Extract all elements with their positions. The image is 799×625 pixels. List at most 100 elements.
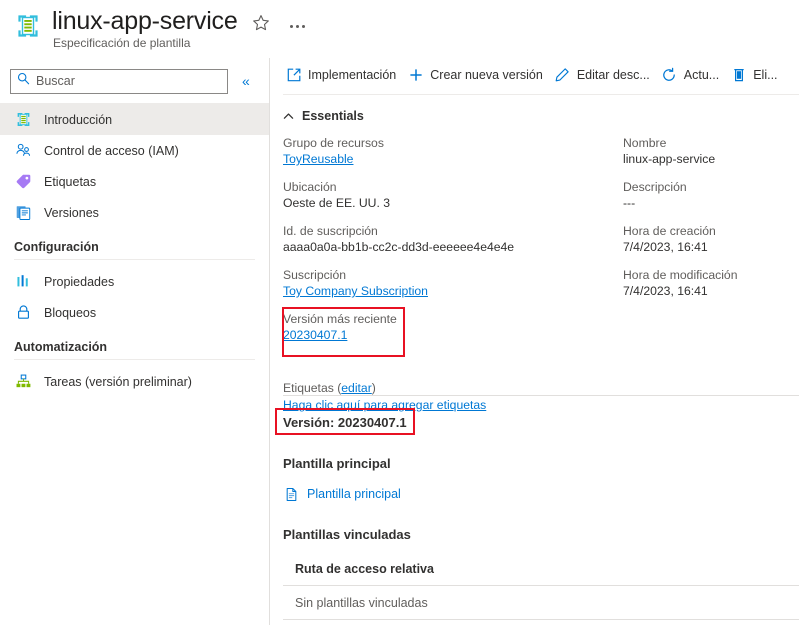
refresh-button[interactable]: Actu... <box>659 61 728 89</box>
main-template-link-label: Plantilla principal <box>307 487 401 501</box>
versions-icon <box>14 204 32 222</box>
pencil-icon <box>554 67 571 84</box>
field-label: Ubicación <box>283 180 337 194</box>
sidebar-item-introduccion[interactable]: Introducción <box>0 104 269 135</box>
delete-icon <box>730 67 747 84</box>
field-value: aaaa0a0a-bb1b-cc2c-dd3d-eeeeee4e4e4e <box>283 240 515 254</box>
field-label: Hora de creación <box>623 224 716 238</box>
sidebar-item-tareas[interactable]: Tareas (versión preliminar) <box>0 366 269 397</box>
edit-description-button[interactable]: Editar desc... <box>552 61 659 89</box>
field-label: Descripción <box>623 180 687 194</box>
field-label: Nombre <box>623 136 667 150</box>
linked-templates-row-divider <box>283 619 799 620</box>
main-content: Implementación Crear nueva versión Edita… <box>271 58 799 625</box>
field-value: 7/4/2023, 16:41 <box>623 284 708 298</box>
version-heading: Versión: 20230407.1 <box>283 415 407 430</box>
sidebar-item-control-de-acceso[interactable]: Control de acceso (IAM) <box>0 135 269 166</box>
refresh-icon <box>661 67 678 84</box>
field-value: 7/4/2023, 16:41 <box>623 240 708 254</box>
essentials-right-column: Nombre linux-app-service Descripción ---… <box>623 135 798 311</box>
sidebar-group-divider <box>14 259 255 260</box>
sidebar-item-versiones[interactable]: Versiones <box>0 197 269 228</box>
field-version-mas-reciente: Versión más reciente 20230407.1 <box>283 311 613 344</box>
sidebar-group-title: Automatización <box>14 340 108 354</box>
lock-icon <box>14 304 32 322</box>
sidebar-item-etiquetas[interactable]: Etiquetas <box>0 166 269 197</box>
sidebar-item-label: Tareas (versión preliminar) <box>44 374 192 389</box>
edit-tags-link[interactable]: editar <box>341 381 372 395</box>
field-descripcion: Descripción --- <box>623 179 798 212</box>
collapse-sidebar-button[interactable]: « <box>242 74 250 88</box>
linked-templates-header-divider <box>283 585 799 586</box>
sidebar-group-title: Configuración <box>14 240 99 254</box>
field-suscripcion: Suscripción Toy Company Subscription <box>283 267 613 300</box>
file-icon <box>283 486 299 502</box>
field-label: Suscripción <box>283 268 346 282</box>
main-template-link[interactable]: Plantilla principal <box>283 486 401 502</box>
field-label: Id. de suscripción <box>283 224 378 238</box>
field-value: --- <box>623 196 636 210</box>
search-icon <box>17 72 30 90</box>
sidebar-item-label: Propiedades <box>44 274 115 289</box>
sidebar-item-bloqueos[interactable]: Bloqueos <box>0 297 269 328</box>
field-value: Oeste de EE. UU. 3 <box>283 196 391 210</box>
sidebar: Buscar « Introducción Control de acceso … <box>0 58 270 625</box>
sidebar-group-automatizacion: Automatización <box>0 328 269 354</box>
sidebar-item-label: Control de acceso (IAM) <box>44 143 179 158</box>
linked-templates-column-header: Ruta de acceso relativa <box>295 562 434 576</box>
essentials-grid: Grupo de recursos ToyReusable Ubicación … <box>271 135 799 435</box>
tags-block: Etiquetas (editar) Haga clic aquí para a… <box>283 380 486 414</box>
access-control-icon <box>14 142 32 160</box>
tags-label-prefix: Etiquetas ( <box>283 381 342 395</box>
ellipsis-icon[interactable] <box>289 24 305 28</box>
field-hora-de-creacion: Hora de creación 7/4/2023, 16:41 <box>623 223 798 256</box>
sidebar-nav-list: Introducción Control de acceso (IAM) Eti… <box>0 104 269 397</box>
field-label: Grupo de recursos <box>283 136 384 150</box>
resource-group-link[interactable]: ToyReusable <box>283 152 353 166</box>
sidebar-item-label: Etiquetas <box>44 174 97 189</box>
tasks-icon <box>14 373 32 391</box>
command-label: Implementación <box>308 68 397 82</box>
search-placeholder: Buscar <box>36 74 75 88</box>
command-label: Crear nueva versión <box>430 68 543 82</box>
field-label: Hora de modificación <box>623 268 738 282</box>
essentials-left-column: Grupo de recursos ToyReusable Ubicación … <box>283 135 613 355</box>
azure-portal-blade: linux-app-service Especificación de plan… <box>0 0 799 625</box>
linked-templates-heading: Plantillas vinculadas <box>283 527 411 542</box>
main-template-heading: Plantilla principal <box>283 456 391 471</box>
search-input[interactable]: Buscar <box>10 68 228 94</box>
field-value: linux-app-service <box>623 152 716 166</box>
tag-icon <box>14 173 32 191</box>
star-icon[interactable] <box>252 14 270 32</box>
page-title: linux-app-service <box>52 7 238 35</box>
field-hora-de-modificacion: Hora de modificación 7/4/2023, 16:41 <box>623 267 798 300</box>
template-spec-icon <box>14 111 32 129</box>
essentials-bottom-divider <box>283 395 799 396</box>
command-label: Actu... <box>683 68 720 82</box>
sidebar-item-propiedades[interactable]: Propiedades <box>0 266 269 297</box>
add-tags-link[interactable]: Haga clic aquí para agregar etiquetas <box>283 397 486 414</box>
deploy-button[interactable]: Implementación <box>283 61 405 89</box>
delete-button[interactable]: Eli... <box>728 61 786 89</box>
page-subtitle: Especificación de plantilla <box>53 36 191 50</box>
field-ubicacion: Ubicación Oeste de EE. UU. 3 <box>283 179 613 212</box>
field-id-de-suscripcion: Id. de suscripción aaaa0a0a-bb1b-cc2c-dd… <box>283 223 613 256</box>
page-header: linux-app-service Especificación de plan… <box>0 0 799 58</box>
sidebar-search-row: Buscar « <box>0 58 269 96</box>
chevron-up-icon <box>283 111 294 122</box>
command-label: Editar desc... <box>576 68 650 82</box>
subscription-link[interactable]: Toy Company Subscription <box>283 284 428 298</box>
field-nombre: Nombre linux-app-service <box>623 135 798 168</box>
field-grupo-de-recursos: Grupo de recursos ToyReusable <box>283 135 613 168</box>
create-new-version-button[interactable]: Crear nueva versión <box>405 61 552 89</box>
command-bar: Implementación Crear nueva versión Edita… <box>271 58 799 92</box>
sidebar-group-divider <box>14 359 255 360</box>
template-spec-icon <box>14 12 42 40</box>
field-label: Versión más reciente <box>283 312 397 326</box>
title-row: linux-app-service <box>52 6 305 36</box>
essentials-toggle[interactable]: Essentials <box>283 103 799 129</box>
sidebar-item-label: Bloqueos <box>44 305 97 320</box>
essentials-title: Essentials <box>302 109 364 123</box>
command-bar-divider <box>283 94 799 95</box>
latest-version-link[interactable]: 20230407.1 <box>283 328 347 342</box>
